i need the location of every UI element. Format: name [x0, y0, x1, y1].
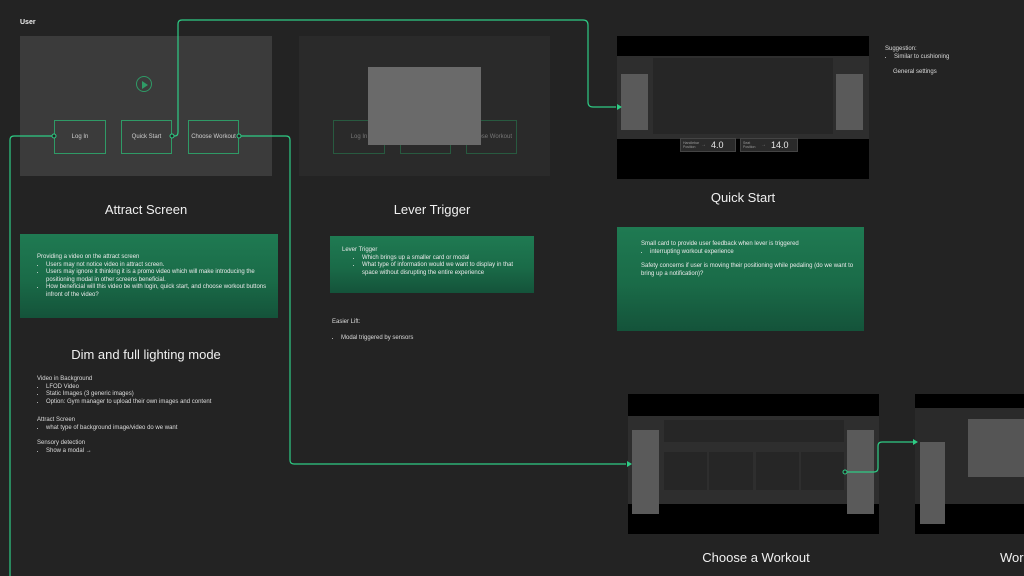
arrow-right-icon: →: [701, 142, 706, 148]
workout-title: Wor: [1000, 550, 1024, 565]
video-background-item: Static Images (3 generic images): [46, 391, 277, 399]
choose-workout-button[interactable]: Choose Workout: [188, 120, 239, 154]
workout-frame: [915, 394, 1024, 534]
attract-card-bullet: Users may ignore it thinking it is a pro…: [46, 269, 268, 284]
suggestion-heading: Suggestion:: [885, 46, 917, 52]
lever-trigger-title: Lever Trigger: [393, 202, 471, 217]
attract-screen-item: what type of background image/video do w…: [46, 425, 277, 433]
video-background-item: Option: Gym manager to upload their own …: [46, 399, 277, 407]
lever-notes-card: Lever Trigger Which brings up a smaller …: [330, 236, 534, 293]
play-icon[interactable]: [136, 76, 152, 92]
attract-background-notes: Video in Background LFOD Video Static Im…: [37, 376, 277, 455]
seat-position-readout[interactable]: Seat Position → 14.0: [740, 138, 798, 152]
choose-workout-frame: [628, 394, 879, 534]
suggestion-notes: Suggestion: Similar to cushioning Genera…: [885, 46, 1005, 77]
general-settings-label: General settings: [893, 69, 937, 75]
attract-card-bullet: How beneficial will this video be with l…: [46, 284, 268, 299]
attract-screen-heading: Attract Screen: [37, 417, 76, 423]
handlebar-position-readout[interactable]: Handlebar Position → 4.0: [680, 138, 736, 152]
user-label: User: [20, 19, 36, 26]
attract-card-bullet: Users may not notice video in attract sc…: [46, 262, 268, 270]
sensory-detection-heading: Sensory detection: [37, 440, 86, 446]
lever-card-item: What type of information would we want t…: [362, 262, 524, 277]
video-background-item: LFOD Video: [46, 384, 277, 392]
lighting-mode-title: Dim and full lighting mode: [71, 347, 221, 362]
attract-screen-title: Attract Screen: [104, 202, 188, 217]
video-background-heading: Video in Background: [37, 376, 93, 382]
quick-start-button[interactable]: Quick Start: [121, 120, 172, 154]
suggestion-item: Similar to cushioning: [894, 54, 1005, 62]
attract-notes-card: Providing a video on the attract screen …: [20, 234, 278, 318]
arrow-right-icon: →: [761, 142, 766, 148]
choose-workout-connector: [239, 135, 626, 465]
quick-start-card-line: Safety concerns if user is moving their …: [641, 263, 854, 277]
quick-start-notes-card: Small card to provide user feedback when…: [617, 227, 864, 331]
quick-start-title: Quick Start: [710, 190, 776, 205]
quick-start-card-line: Small card to provide user feedback when…: [641, 241, 799, 247]
easier-lift-heading: Easier Lift:: [332, 319, 361, 325]
handlebar-position-value: 4.0: [711, 140, 724, 150]
login-button[interactable]: Log In: [54, 120, 106, 154]
seat-position-label: Seat Position: [743, 141, 756, 149]
lever-card-item: Which brings up a smaller card or modal: [362, 255, 524, 263]
attract-screen-frame: [20, 36, 272, 176]
easier-lift-item: Modal triggered by sensors: [341, 335, 532, 343]
seat-position-value: 14.0: [771, 140, 789, 150]
quick-start-card-item: interrupting workout experience: [650, 249, 854, 257]
lever-card-heading: Lever Trigger: [342, 247, 378, 253]
handlebar-position-label: Handlebar Position: [683, 141, 700, 149]
lever-modal: [368, 67, 481, 145]
sensory-detection-item: Show a modal →: [46, 448, 277, 456]
attract-card-intro: Providing a video on the attract screen: [37, 254, 140, 260]
easier-lift-notes: Easier Lift: Modal triggered by sensors: [332, 319, 532, 342]
choose-a-workout-title: Choose a Workout: [702, 550, 810, 565]
quick-start-frame: [617, 36, 869, 179]
